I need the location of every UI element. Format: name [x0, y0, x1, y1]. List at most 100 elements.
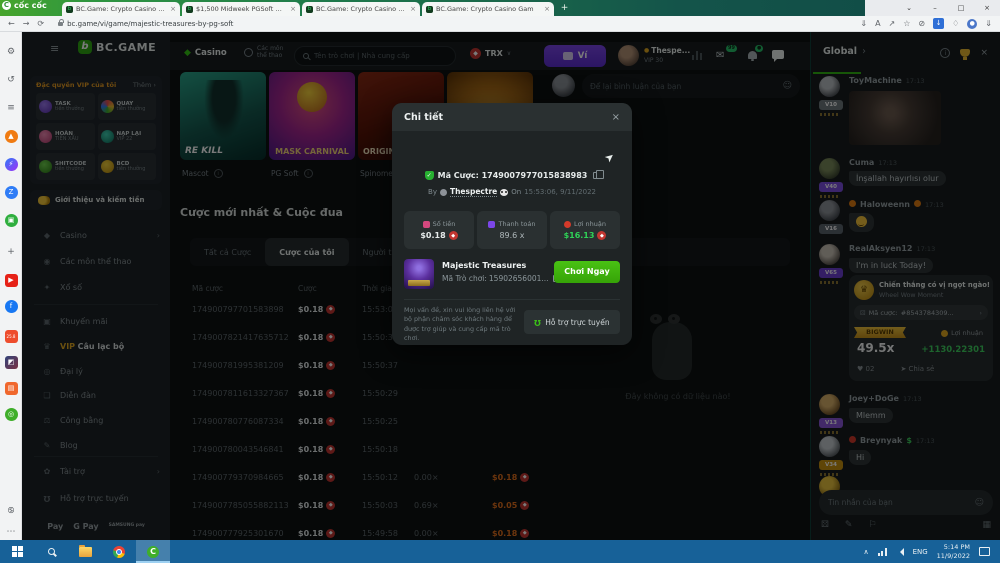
- new-tab-button[interactable]: +: [558, 2, 571, 15]
- divider: [404, 299, 620, 300]
- file-explorer-button[interactable]: [68, 540, 102, 563]
- system-tray: ∧ ENG 5:14 PM 11/9/2022: [863, 543, 1000, 561]
- padlock-icon[interactable]: [58, 22, 63, 26]
- bcgame-favicon: b: [186, 6, 193, 13]
- coccoc-brand-label: cốc cốc: [14, 1, 47, 10]
- more-options-icon[interactable]: ⋯: [3, 524, 19, 540]
- share-arrow-icon[interactable]: ➤: [602, 150, 617, 166]
- bet-details-modal: Chi tiết × ➤ ✓ Mã Cược: 1749007977015838…: [392, 103, 632, 345]
- tab-search-icon[interactable]: ⌄: [896, 4, 922, 12]
- windows-logo-icon: [12, 546, 23, 557]
- address-bar[interactable]: bc.game/vi/game/majestic-treasures-by-pg…: [67, 20, 233, 28]
- tab-title: $1,500 Midweek PGSoft Mult: [196, 5, 287, 13]
- youtube-icon[interactable]: ▶: [3, 272, 19, 288]
- tab-close-icon[interactable]: ×: [290, 5, 296, 13]
- toolbar-extensions: ⇓ A ↗ ☆ ⊘ ↓ ♢ ● ⇓: [860, 18, 992, 29]
- adblock-shield-icon[interactable]: ⊘: [918, 19, 925, 28]
- browser-toolbar: ← → ⟳ bc.game/vi/game/majestic-treasures…: [0, 16, 1000, 32]
- tray-time: 5:14 PM: [937, 543, 970, 552]
- tray-date: 11/9/2022: [937, 552, 970, 561]
- headset-icon: Ω: [534, 318, 541, 327]
- play-now-button[interactable]: Chơi Ngay: [554, 261, 620, 283]
- download-manager-icon[interactable]: ↓: [933, 18, 944, 29]
- facebook-icon[interactable]: f: [3, 298, 19, 314]
- bookmark-star-icon[interactable]: ☆: [903, 19, 910, 28]
- bcgame-favicon: b: [426, 6, 433, 13]
- settings-gear-icon[interactable]: ⚙: [3, 44, 19, 60]
- taskbar-search-button[interactable]: [34, 540, 68, 563]
- chrome-button[interactable]: [102, 540, 136, 563]
- windows-taskbar: C ∧ ENG 5:14 PM 11/9/2022: [0, 540, 1000, 563]
- share-icon[interactable]: ↗: [889, 19, 896, 28]
- notifications-bell-icon[interactable]: 🄏: [3, 502, 19, 518]
- translate-icon[interactable]: A: [875, 19, 880, 28]
- profit-icon: [564, 221, 571, 228]
- window-close-button[interactable]: ×: [974, 4, 1000, 12]
- tab-title: BC.Game: Crypto Casino Gam: [76, 5, 167, 13]
- tv-app-icon[interactable]: ▤: [3, 380, 19, 396]
- browser-tab-3-active[interactable]: b BC.Game: Crypto Casino Gam ×: [302, 2, 420, 16]
- tab-title: BC.Game: Crypto Casino Gam: [436, 5, 541, 13]
- history-icon[interactable]: ↺: [3, 72, 19, 88]
- browser-tab-2[interactable]: b $1,500 Midweek PGSoft Mult ×: [182, 2, 300, 16]
- network-icon[interactable]: [878, 548, 887, 556]
- stat-payout: Thanh toán 89.6 x: [477, 211, 547, 249]
- wallet-icon: [488, 221, 495, 228]
- tab-title: BC.Game: Crypto Casino Gam: [316, 5, 407, 13]
- bet-datetime: 15:53:06, 9/11/2022: [524, 188, 596, 196]
- tab-close-icon[interactable]: ×: [410, 5, 416, 13]
- save-page-icon[interactable]: ⇓: [860, 19, 867, 28]
- panda-emoji-icon: [500, 189, 508, 196]
- bet-stats: Số tiền $0.18◆ Thanh toán 89.6 x Lợi nhu…: [404, 211, 620, 249]
- game-thumbnail[interactable]: [404, 259, 434, 289]
- bcgame-favicon: b: [306, 6, 313, 13]
- folder-icon: [79, 547, 92, 557]
- coccoc-browser-button[interactable]: C: [136, 540, 170, 563]
- extension-icon[interactable]: ♢: [952, 19, 959, 28]
- zalo-icon[interactable]: Z: [3, 184, 19, 200]
- browser-tab-1[interactable]: b BC.Game: Crypto Casino Gam ×: [62, 2, 180, 16]
- username-link[interactable]: Thespectre: [450, 187, 497, 197]
- profile-avatar-icon[interactable]: ●: [967, 19, 977, 29]
- downloads-tray-icon[interactable]: ⇓: [985, 19, 992, 28]
- copy-icon[interactable]: [593, 172, 599, 179]
- game-code-row: Mã Trò chơi: 15902656001...: [442, 274, 559, 283]
- add-shortcut-icon[interactable]: +: [3, 244, 19, 260]
- shopee-sale-icon[interactable]: 25.8: [3, 328, 19, 344]
- modal-close-icon[interactable]: ×: [612, 112, 620, 123]
- sports-app-icon[interactable]: ◎: [3, 406, 19, 422]
- games-gamepad-icon[interactable]: ▣: [3, 212, 19, 228]
- trx-coin-icon: ◆: [597, 231, 606, 240]
- window-minimize-button[interactable]: –: [922, 4, 948, 12]
- tab-close-icon[interactable]: ×: [544, 5, 550, 13]
- screen: C cốc cốc b BC.Game: Crypto Casino Gam ×…: [0, 0, 1000, 563]
- messenger-icon[interactable]: ⚡: [3, 156, 19, 172]
- back-icon[interactable]: ←: [8, 19, 15, 28]
- reading-list-icon[interactable]: ≡: [3, 100, 19, 116]
- action-center-icon[interactable]: [979, 547, 990, 556]
- bet-id-row: ✓ Mã Cược: 1749007977015838983: [392, 171, 632, 180]
- user-icon: [440, 189, 447, 196]
- browser-tab-4[interactable]: b BC.Game: Crypto Casino Gam ×: [422, 2, 554, 16]
- support-note: Mọi vấn đề, xin vui lòng liên hệ với bộ …: [404, 306, 522, 343]
- piggy-icon: [423, 221, 430, 228]
- reload-icon[interactable]: ⟳: [37, 19, 44, 28]
- hot-trends-icon[interactable]: ▲: [3, 128, 19, 144]
- window-maximize-button[interactable]: □: [948, 4, 974, 12]
- stat-profit: Lợi nhuận $16.13◆: [550, 211, 620, 249]
- clock[interactable]: 5:14 PM 11/9/2022: [937, 543, 970, 561]
- forward-icon[interactable]: →: [23, 19, 30, 28]
- stat-amount: Số tiền $0.18◆: [404, 211, 474, 249]
- language-indicator[interactable]: ENG: [913, 548, 928, 556]
- trx-coin-icon: ◆: [449, 231, 458, 240]
- live-support-button[interactable]: Ω Hỗ trợ trực tuyến: [524, 310, 620, 334]
- tray-expand-icon[interactable]: ∧: [863, 548, 868, 556]
- modal-header: Chi tiết ×: [392, 103, 632, 131]
- tab-close-icon[interactable]: ×: [170, 5, 176, 13]
- photo-bookmark-icon[interactable]: ◩: [3, 354, 19, 370]
- speaker-icon[interactable]: [896, 548, 904, 556]
- coccoc-brand[interactable]: C cốc cốc: [2, 1, 47, 10]
- game-name: Majestic Treasures: [442, 261, 526, 270]
- start-button[interactable]: [0, 540, 34, 563]
- coccoc-icon: C: [147, 546, 159, 558]
